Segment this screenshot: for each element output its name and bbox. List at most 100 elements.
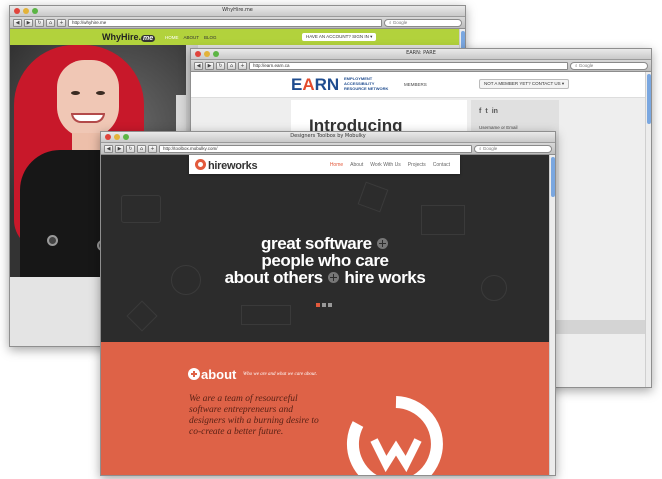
window-title: EARN: PARE [406, 50, 436, 56]
title-bar[interactable]: EARN: PARE [191, 49, 651, 60]
search-placeholder: Google [482, 145, 498, 151]
tagline-line: RESOURCE NETWORK [344, 86, 389, 91]
reload-icon[interactable]: ↻ [126, 144, 135, 153]
linkedin-icon[interactable]: in [492, 108, 498, 115]
title-bar[interactable]: Designers Toolbox by Mobulky [101, 132, 555, 143]
nav-about[interactable]: About [350, 162, 363, 168]
browser-toolbar: ◀ ▶ ↻ ⌂ + http://earn.earn.ca ⌕ Google [191, 60, 651, 72]
hireworks-navbar: hireworks Home About Work With Us Projec… [189, 155, 460, 174]
tagline-line-3: about others hire works [101, 269, 549, 286]
doodle-shape [121, 195, 161, 223]
forward-icon[interactable]: ▶ [205, 61, 214, 70]
forward-icon[interactable]: ▶ [115, 144, 124, 153]
back-icon[interactable]: ◀ [13, 18, 22, 27]
slider-dot[interactable] [328, 303, 332, 307]
nav-work-with-us[interactable]: Work With Us [370, 162, 400, 168]
logo-text: WhyHire. [102, 32, 142, 42]
nav-contact[interactable]: Contact [433, 162, 450, 168]
address-bar[interactable]: http://whyhire.me [68, 18, 382, 27]
address-bar[interactable]: http://earn.earn.ca [249, 61, 568, 70]
doodle-shape [241, 305, 291, 325]
window-title: WhyHire.me [222, 7, 253, 13]
hero-tagline: great software people who care about oth… [101, 235, 549, 286]
logo-badge: me [141, 35, 156, 42]
window-title: Designers Toolbox by Mobulky [290, 133, 366, 139]
scrollbar-thumb[interactable] [647, 74, 651, 124]
earn-logo-a: A [302, 75, 315, 94]
reload-icon[interactable]: ↻ [35, 18, 44, 27]
about-heading: about [188, 367, 236, 382]
username-label: Username or Email [479, 125, 518, 130]
earn-logo-e: E [291, 75, 303, 94]
about-heading-text: about [201, 367, 237, 382]
search-field[interactable]: ⌕ Google [474, 144, 552, 153]
earn-tagline: EMPLOYMENT ACCESSIBILITY RESOURCE NETWOR… [344, 76, 388, 91]
search-field[interactable]: ⌕ Google [570, 61, 648, 70]
hireworks-logo[interactable]: hireworks [195, 159, 258, 172]
plus-icon [328, 272, 340, 283]
logo-text: hireworks [208, 160, 258, 172]
back-icon[interactable]: ◀ [104, 144, 113, 153]
nav-home[interactable]: Home [330, 162, 343, 168]
scrollbar-thumb[interactable] [551, 157, 555, 197]
search-placeholder: Google [578, 62, 594, 68]
plus-icon [376, 238, 388, 249]
earn-logo-rn: RN [314, 75, 340, 94]
reload-icon[interactable]: ↻ [216, 61, 225, 70]
search-placeholder: Google [392, 19, 408, 25]
doodle-shape [421, 205, 465, 235]
nav-about[interactable]: ABOUT [184, 35, 200, 40]
hero-section: hireworks Home About Work With Us Projec… [101, 155, 549, 342]
home-icon[interactable]: ⌂ [46, 18, 55, 27]
tagline-text: hire works [344, 268, 426, 287]
forward-icon[interactable]: ▶ [24, 18, 33, 27]
photo-eye [71, 91, 80, 95]
scrollbar[interactable] [645, 72, 651, 387]
scrollbar[interactable] [549, 155, 555, 475]
about-section: about Who we are and what we care about.… [101, 342, 549, 475]
photo-smile [71, 113, 105, 123]
plus-circle-icon [188, 368, 200, 380]
whyhire-logo[interactable]: WhyHire. me [102, 32, 156, 42]
social-links: f t in [479, 108, 498, 115]
tagline-text: about others [224, 268, 324, 287]
photo-face [57, 60, 119, 138]
browser-toolbar: ◀ ▶ ↻ ⌂ + http://toolbox.mobulky.com/ ⌕ … [101, 143, 555, 155]
tagline-line-2: people who care [101, 252, 549, 269]
nav-home[interactable]: HOME [165, 35, 179, 40]
back-icon[interactable]: ◀ [194, 61, 203, 70]
about-subheading: Who we are and what we care about. [243, 372, 318, 377]
doodle-shape [357, 181, 389, 213]
screenshot-stage: WhyHire.me ◀ ▶ ↻ ⌂ + http://whyhire.me ⌕… [0, 0, 662, 479]
add-bookmark-icon[interactable]: + [57, 18, 66, 27]
address-bar[interactable]: http://toolbox.mobulky.com/ [159, 144, 472, 153]
dress-button [47, 235, 58, 246]
add-bookmark-icon[interactable]: + [148, 144, 157, 153]
hireworks-emblem-icon [346, 396, 443, 475]
nav-projects[interactable]: Projects [408, 162, 426, 168]
slider-pagination [316, 303, 332, 307]
about-body: We are a team of resourceful software en… [189, 394, 319, 437]
earn-header: EARN EMPLOYMENT ACCESSIBILITY RESOURCE N… [191, 72, 645, 98]
browser-toolbar: ◀ ▶ ↻ ⌂ + http://whyhire.me ⌕ Google [10, 17, 465, 29]
earn-logo[interactable]: EARN [291, 75, 339, 95]
whyhire-navbar: WhyHire. me HOME ABOUT BLOG HAVE AN ACCOU… [10, 29, 465, 45]
sign-in-button[interactable]: HAVE AN ACCOUNT? SIGN IN ▾ [302, 33, 377, 41]
doodle-shape [126, 300, 158, 332]
add-bookmark-icon[interactable]: + [238, 61, 247, 70]
whyhire-nav-links: HOME ABOUT BLOG [165, 35, 217, 40]
home-icon[interactable]: ⌂ [227, 61, 236, 70]
browser-window-hireworks: Designers Toolbox by Mobulky ◀ ▶ ↻ ⌂ + h… [100, 131, 556, 476]
home-icon[interactable]: ⌂ [137, 144, 146, 153]
contact-us-button[interactable]: NOT A MEMBER YET? CONTACT US ▾ [479, 79, 570, 89]
facebook-icon[interactable]: f [479, 108, 481, 115]
hireworks-mark-icon [195, 159, 206, 170]
nav-blog[interactable]: BLOG [204, 35, 217, 40]
hireworks-nav-links: Home About Work With Us Projects Contact [330, 162, 450, 168]
slider-dot-active[interactable] [316, 303, 320, 307]
title-bar[interactable]: WhyHire.me [10, 6, 465, 17]
slider-dot[interactable] [322, 303, 326, 307]
twitter-icon[interactable]: t [485, 108, 487, 115]
nav-members[interactable]: MEMBERS [404, 82, 427, 87]
search-field[interactable]: ⌕ Google [384, 18, 462, 27]
